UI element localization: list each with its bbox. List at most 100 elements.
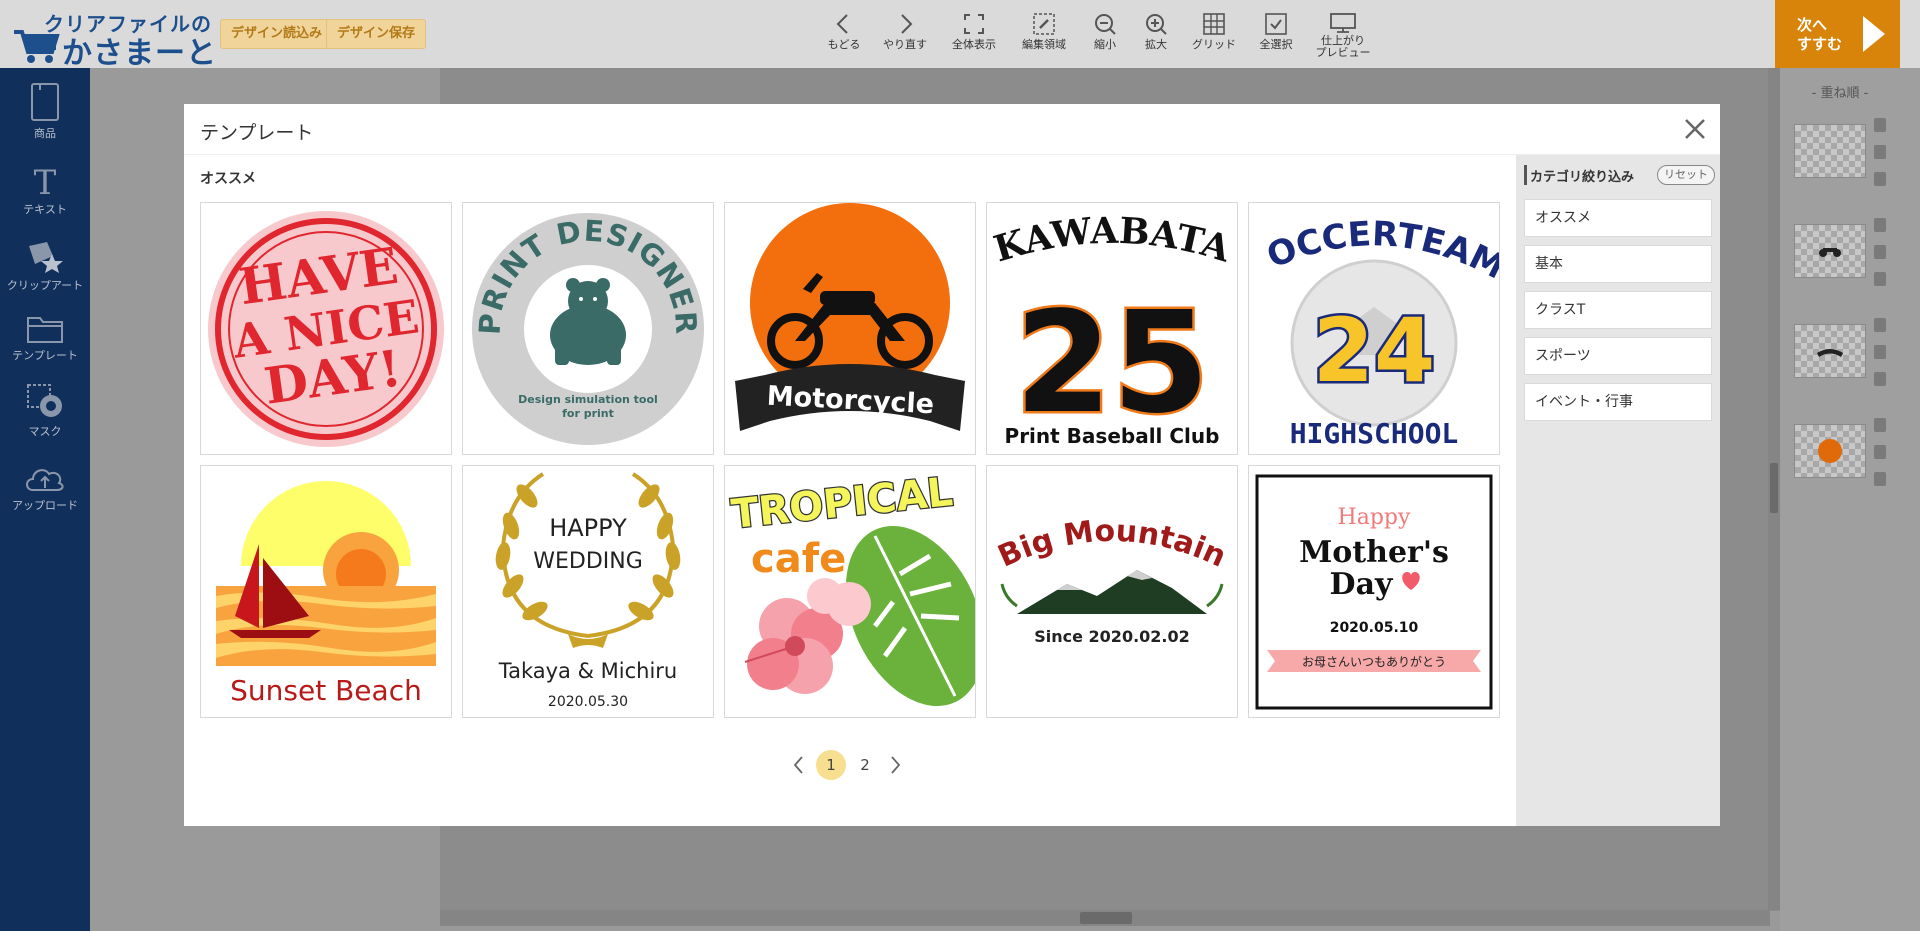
sidebar-item-upload[interactable]: アップロード bbox=[0, 462, 90, 513]
lock-icon[interactable] bbox=[1874, 318, 1886, 332]
template-preview: SOCCERTEAM 24 HIGHSCHOOL bbox=[1249, 203, 1499, 450]
grid-button[interactable]: グリッド bbox=[1180, 12, 1248, 51]
template-text: Day bbox=[1330, 567, 1394, 602]
fit-screen-button[interactable]: 全体表示 bbox=[940, 12, 1008, 51]
category-class-t[interactable]: クラスT bbox=[1524, 291, 1712, 329]
redo-button[interactable]: やり直す bbox=[871, 12, 939, 51]
trash-icon[interactable] bbox=[1874, 472, 1886, 486]
layer-controls[interactable] bbox=[1874, 218, 1890, 299]
template-grid: HAVE A NICE DAY! PRINT DESIGNER Design s… bbox=[200, 202, 1500, 722]
layer-item[interactable] bbox=[1794, 124, 1866, 178]
select-all-label: 全選択 bbox=[1259, 38, 1293, 51]
template-preview: Happy Mother's Day 2020.05.10 お母さんいつもありが… bbox=[1255, 474, 1493, 710]
preview-label-2: プレビュー bbox=[1315, 46, 1371, 59]
undo-button[interactable]: もどる bbox=[810, 12, 878, 51]
sidebar-item-template[interactable]: テンプレート bbox=[0, 314, 90, 363]
template-text: Design simulation tool bbox=[518, 393, 658, 406]
copy-icon[interactable] bbox=[1874, 345, 1886, 359]
select-all-button[interactable]: 全選択 bbox=[1242, 12, 1310, 51]
svg-text:Big Mountain: Big Mountain bbox=[993, 514, 1231, 575]
left-sidebar: 商品 T テキスト クリップアート テンプレート マスク アップロード bbox=[0, 68, 90, 931]
next-label: 次へ すすむ bbox=[1797, 16, 1857, 54]
layer-controls[interactable] bbox=[1874, 318, 1890, 399]
sidebar-item-text[interactable]: T テキスト bbox=[0, 164, 90, 217]
template-text: 2020.05.10 bbox=[1330, 620, 1419, 636]
template-text: Takaya & Michiru bbox=[498, 659, 678, 683]
template-text: お母さんいつもありがとう bbox=[1302, 654, 1446, 669]
category-basic[interactable]: 基本 bbox=[1524, 245, 1712, 283]
sidebar-label-product: 商品 bbox=[34, 127, 56, 140]
close-icon[interactable] bbox=[1682, 116, 1708, 142]
modal-divider bbox=[184, 154, 1720, 155]
layer-item[interactable] bbox=[1794, 324, 1866, 378]
template-card-tropical-cafe[interactable]: TROPICAL cafe bbox=[724, 465, 976, 718]
template-text: HIGHSCHOOL bbox=[1290, 417, 1459, 450]
prev-page-icon[interactable] bbox=[790, 754, 808, 776]
template-preview: PRINT DESIGNER Design simulation tool fo… bbox=[472, 213, 704, 445]
save-design-button[interactable]: デザイン保存 bbox=[326, 19, 427, 49]
copy-icon[interactable] bbox=[1874, 445, 1886, 459]
template-modal: テンプレート オススメ 12件 HAVE A NICE DAY! bbox=[184, 104, 1720, 826]
sidebar-label-template: テンプレート bbox=[12, 349, 78, 362]
category-recommended[interactable]: オススメ bbox=[1524, 199, 1712, 237]
mountain-icon bbox=[1000, 570, 1224, 614]
select-all-icon bbox=[1265, 13, 1287, 35]
trash-icon[interactable] bbox=[1874, 272, 1886, 286]
template-card-happy-wedding[interactable]: HAPPY WEDDING Takaya & Michiru 2020.05.3… bbox=[462, 465, 714, 718]
template-card-mothers-day[interactable]: Happy Mother's Day 2020.05.10 お母さんいつもありが… bbox=[1248, 465, 1500, 718]
banner-icon bbox=[1817, 349, 1843, 357]
category-sports[interactable]: スポーツ bbox=[1524, 337, 1712, 375]
page-1-button[interactable]: 1 bbox=[816, 750, 846, 780]
template-card-kawabata-25[interactable]: KAWABATA 25 Print Baseball Club bbox=[986, 202, 1238, 455]
product-icon bbox=[31, 83, 59, 121]
grid-label: グリッド bbox=[1192, 38, 1236, 51]
chevron-left-icon bbox=[836, 14, 848, 34]
copy-icon[interactable] bbox=[1874, 245, 1886, 259]
sidebar-item-product[interactable]: 商品 bbox=[0, 82, 90, 141]
site-logo[interactable]: クリアファイルの かさまーと bbox=[12, 6, 216, 71]
template-preview: TROPICAL cafe bbox=[728, 468, 975, 706]
template-text: KAWABATA bbox=[989, 210, 1236, 271]
layer-controls[interactable] bbox=[1874, 418, 1890, 499]
template-card-big-mountain[interactable]: Big Mountain Since 2020.02.02 bbox=[986, 465, 1238, 718]
load-design-button[interactable]: デザイン読込み bbox=[220, 19, 334, 49]
vertical-scrollbar[interactable] bbox=[1768, 68, 1780, 910]
layer-controls[interactable] bbox=[1874, 118, 1890, 199]
next-page-icon[interactable] bbox=[886, 754, 904, 776]
template-text: Happy bbox=[1338, 505, 1411, 530]
next-label-2: すすむ bbox=[1797, 35, 1843, 53]
svg-text:KAWABATA: KAWABATA bbox=[989, 210, 1236, 271]
layer-item[interactable] bbox=[1794, 424, 1866, 478]
category-events[interactable]: イベント・行事 bbox=[1524, 383, 1712, 421]
layer-item[interactable] bbox=[1794, 224, 1866, 278]
lock-icon[interactable] bbox=[1874, 418, 1886, 432]
logo-line2: かさまーと bbox=[62, 36, 217, 71]
template-text: TROPICAL bbox=[729, 469, 955, 538]
next-button[interactable]: 次へ すすむ bbox=[1775, 0, 1900, 68]
trash-icon[interactable] bbox=[1874, 372, 1886, 386]
template-text: 25 bbox=[1015, 282, 1210, 445]
template-card-soccerteam-24[interactable]: SOCCERTEAM 24 HIGHSCHOOL bbox=[1248, 202, 1500, 455]
lock-icon[interactable] bbox=[1874, 118, 1886, 132]
sidebar-label-upload: アップロード bbox=[12, 499, 78, 512]
preview-button[interactable]: 仕上がり プレビュー bbox=[1309, 12, 1377, 59]
lock-icon[interactable] bbox=[1874, 218, 1886, 232]
horizontal-scroll-thumb[interactable] bbox=[1080, 912, 1132, 924]
trash-icon[interactable] bbox=[1874, 172, 1886, 186]
template-text: WEDDING bbox=[533, 549, 643, 574]
template-card-have-a-nice-day[interactable]: HAVE A NICE DAY! bbox=[200, 202, 452, 455]
template-card-print-designer[interactable]: PRINT DESIGNER Design simulation tool fo… bbox=[462, 202, 714, 455]
reset-button[interactable]: リセット bbox=[1657, 165, 1715, 185]
clipart-icon bbox=[29, 242, 63, 273]
edit-area-button[interactable]: 編集領域 bbox=[1010, 12, 1078, 51]
hibiscus-flower-icon bbox=[744, 578, 871, 694]
horizontal-scrollbar[interactable] bbox=[440, 910, 1770, 926]
template-text: Big Mountain bbox=[993, 514, 1231, 575]
template-card-motorcycle[interactable]: Motorcycle bbox=[724, 202, 976, 455]
sidebar-item-clipart[interactable]: クリップアート bbox=[0, 240, 90, 293]
copy-icon[interactable] bbox=[1874, 145, 1886, 159]
template-card-sunset-beach[interactable]: Sunset Beach bbox=[200, 465, 452, 718]
sidebar-item-mask[interactable]: マスク bbox=[0, 382, 90, 439]
vertical-scroll-thumb[interactable] bbox=[1770, 463, 1778, 513]
page-2-button[interactable]: 2 bbox=[850, 750, 880, 780]
